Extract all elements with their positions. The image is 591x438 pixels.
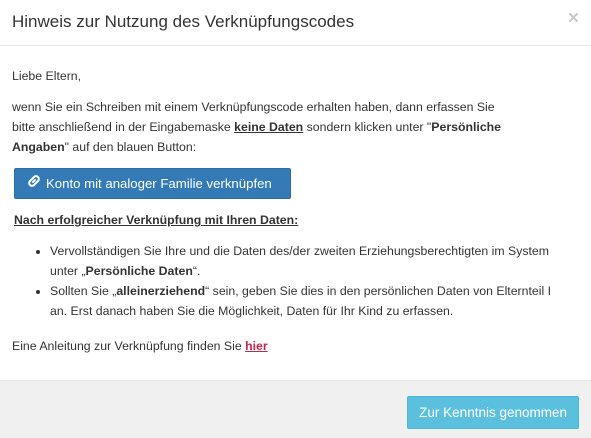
intro-text: " auf den blauen Button: (64, 140, 197, 154)
guide-text: Eine Anleitung zur Verknüpfung finden Si… (12, 339, 246, 353)
instruction-list: Vervollständigen Sie Ihre und die Daten … (12, 241, 582, 321)
intro-text: sondern klicken unter " (303, 120, 432, 134)
modal-footer: Zur Kenntnis genommen (0, 380, 591, 438)
modal-title: Hinweis zur Nutzung des Verknüpfungscode… (12, 12, 355, 31)
link-family-button-label: Konto mit analoger Familie verknüpfen (46, 176, 272, 191)
modal-dialog: Hinweis zur Nutzung des Verknüpfungscode… (0, 0, 591, 438)
bullet2-line-1: Sollten Sie „alleinerziehend“ sein, gebe… (50, 281, 582, 301)
list-item: Vervollständigen Sie Ihre und die Daten … (50, 241, 582, 281)
bullet-text: “. (192, 264, 201, 278)
link-chain-icon (27, 169, 41, 198)
keine-daten-emphasis: keine Daten (234, 120, 304, 134)
bullet2-line-2: an. Erst danach haben Sie die Möglichkei… (50, 304, 454, 318)
bullet-text: Sollten Sie „ (50, 284, 117, 298)
intro-paragraph: wenn Sie ein Schreiben mit einem Verknüp… (12, 97, 577, 157)
persoenliche-daten-emphasis: Persönliche Daten (85, 264, 193, 278)
angaben-emphasis: Angaben (12, 140, 65, 154)
close-icon[interactable]: × (568, 9, 579, 29)
guide-paragraph: Eine Anleitung zur Verknüpfung finden Si… (12, 336, 268, 356)
bullet-text: “ sein, geben Sie dies in den persönlich… (205, 284, 552, 298)
greeting-text: Liebe Eltern, (12, 69, 82, 83)
modal-header: Hinweis zur Nutzung des Verknüpfungscode… (0, 0, 591, 46)
intro-line-2: bitte anschließend in der Eingabemaske k… (12, 117, 577, 137)
list-item: Sollten Sie „alleinerziehend“ sein, gebe… (50, 281, 582, 321)
guide-link[interactable]: hier (245, 339, 268, 353)
intro-text: bitte anschließend in der Eingabemaske (12, 120, 235, 134)
after-link-heading: Nach erfolgreicher Verknüpfung mit Ihren… (14, 213, 299, 227)
intro-line-3: Angaben" auf den blauen Button: (12, 137, 577, 157)
link-family-button[interactable]: Konto mit analoger Familie verknüpfen (14, 168, 291, 199)
bullet1-line-1: Vervollständigen Sie Ihre und die Daten … (50, 244, 549, 258)
acknowledge-button[interactable]: Zur Kenntnis genommen (407, 396, 579, 429)
alleinerziehend-emphasis: alleinerziehend (116, 284, 206, 298)
bullet-text: unter „ (50, 264, 86, 278)
bullet1-line-2: unter „Persönliche Daten“. (50, 261, 582, 281)
persoenliche-emphasis: Persönliche (431, 120, 502, 134)
intro-line-1: wenn Sie ein Schreiben mit einem Verknüp… (12, 100, 495, 114)
